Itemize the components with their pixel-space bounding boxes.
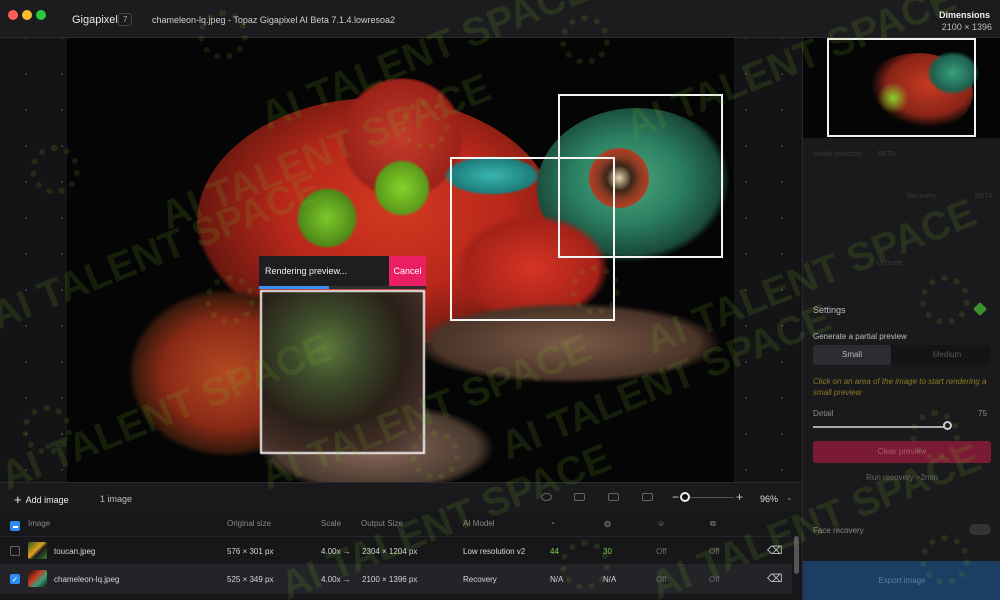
export-image-button[interactable]: Export image	[803, 561, 1000, 600]
settings-panel: Model selection BETA Recovery BETA Upsca…	[802, 38, 1000, 600]
zoom-slider-handle[interactable]	[680, 492, 690, 502]
trash-icon[interactable]: ⌫	[767, 544, 783, 557]
settings-status-icon	[972, 301, 988, 317]
denoise-value: N/A	[550, 575, 564, 584]
table-row[interactable]: toucan.jpeg 576 × 301 px 4.00x → 2304 × …	[0, 536, 792, 564]
cancel-render-button[interactable]: Cancel	[389, 256, 426, 286]
title-bar: Gigapixel 7 chameleon-lq.jpeg - Topaz Gi…	[0, 0, 1000, 38]
recovery-option: Recovery	[907, 193, 937, 200]
split-view-icon[interactable]	[608, 493, 619, 501]
bottom-toolbar: + Add image 1 image − + 96% ⌄	[0, 482, 802, 512]
maximize-window-button[interactable]	[36, 10, 46, 20]
plus-icon: +	[14, 492, 22, 507]
toucan-thumbnail	[28, 542, 47, 559]
preview-size-segmented: Small Medium	[813, 345, 991, 365]
image-table: Image Original size Scale Output Size AI…	[0, 512, 802, 600]
minimize-window-button[interactable]	[22, 10, 32, 20]
detail-value: 75	[978, 409, 987, 418]
sharpen-column-icon: ◍	[604, 519, 611, 528]
scale-value[interactable]: 4.00x →	[321, 575, 351, 584]
navigator-thumbnail[interactable]	[803, 38, 1000, 138]
navigator-viewport-box[interactable]	[827, 38, 976, 137]
original-size: 525 × 349 px	[227, 575, 274, 584]
ghost-button: Upscale	[877, 260, 903, 267]
original-size: 576 × 301 px	[227, 547, 274, 556]
add-image-label: Add image	[25, 495, 69, 505]
detail-slider-handle[interactable]	[942, 421, 952, 430]
table-row[interactable]: ✓ chameleon-lq.jpeg 525 × 349 px 4.00x →…	[0, 564, 792, 594]
face-recovery-toggle[interactable]	[969, 524, 991, 535]
chevron-down-icon[interactable]: ⌄	[786, 493, 793, 502]
render-progress-fill	[259, 286, 330, 289]
chameleon-thumbnail	[28, 570, 47, 587]
preview-size-medium[interactable]: Medium	[903, 345, 991, 365]
denoise-column-icon: ◔	[550, 519, 555, 528]
column-header-scale[interactable]: Scale	[321, 519, 341, 528]
file-name: chameleon-lq.jpeg	[54, 575, 120, 584]
trash-icon[interactable]: ⌫	[767, 572, 783, 585]
zoom-out-button[interactable]: −	[672, 490, 679, 504]
file-name: toucan.jpeg	[54, 547, 96, 556]
close-window-button[interactable]	[8, 10, 18, 20]
app-name: Gigapixel	[72, 14, 118, 26]
rendering-preview-region[interactable]	[260, 290, 425, 454]
recolor-value: Off	[709, 575, 720, 584]
recovery-beta-badge: BETA	[975, 193, 993, 200]
column-header-original-size[interactable]: Original size	[227, 519, 271, 528]
render-progress-bar	[259, 286, 426, 289]
column-header-ai-model[interactable]: AI Model	[463, 519, 495, 528]
eye-icon[interactable]	[541, 493, 552, 501]
zoom-value: 96%	[760, 494, 779, 504]
detail-slider-track[interactable]	[813, 426, 947, 428]
image-canvas[interactable]: Rendering preview... Cancel	[0, 38, 802, 482]
select-all-checkbox[interactable]	[10, 521, 20, 531]
sharpen-value: N/A	[603, 575, 617, 584]
row-checkbox[interactable]	[10, 546, 20, 556]
single-view-icon[interactable]	[574, 493, 585, 501]
run-recovery-button[interactable]: Run recovery ~2min	[813, 468, 991, 488]
recolor-value: Off	[709, 547, 720, 556]
output-size: 2304 × 1204 px	[362, 547, 418, 556]
dimensions-value: 2100 × 1396	[941, 22, 992, 32]
rendering-preview-card: Rendering preview... Cancel	[259, 256, 426, 454]
preview-size-small[interactable]: Small	[813, 345, 891, 365]
face-column-icon: ☺	[657, 519, 666, 528]
preview-region-b[interactable]	[450, 157, 615, 321]
recolor-column-icon: ⧉	[710, 519, 716, 528]
rendering-header: Rendering preview... Cancel	[259, 256, 426, 286]
side-by-side-icon[interactable]	[642, 493, 653, 501]
sharpen-value: 30	[603, 547, 612, 556]
row-checkbox[interactable]: ✓	[10, 574, 20, 584]
zoom-slider-track[interactable]	[684, 497, 734, 498]
face-value: Off	[656, 547, 667, 556]
column-header-output-size[interactable]: Output Size	[361, 519, 403, 528]
window-title: chameleon-lq.jpeg - Topaz Gigapixel AI B…	[152, 15, 395, 25]
zoom-in-button[interactable]: +	[736, 490, 743, 504]
face-value: Off	[656, 575, 667, 584]
ai-model[interactable]: Recovery	[463, 575, 497, 584]
rendering-status: Rendering preview...	[265, 266, 348, 276]
table-scrollbar[interactable]	[794, 536, 799, 574]
detail-label: Detail	[813, 409, 834, 418]
add-image-button[interactable]: + Add image	[14, 491, 69, 507]
ghost-beta: BETA	[878, 151, 896, 158]
denoise-value: 44	[550, 547, 559, 556]
preview-hint: Click on an area of the image to start r…	[813, 377, 987, 397]
output-size: 2100 × 1396 px	[362, 575, 418, 584]
ai-model[interactable]: Low resolution v2	[463, 547, 525, 556]
dimensions-label: Dimensions	[938, 10, 990, 20]
scale-value[interactable]: 4.00x →	[321, 547, 351, 556]
ghost-text: Model selection	[813, 151, 862, 158]
app-count-badge: 7	[118, 13, 133, 26]
face-recovery-label: Face recovery	[813, 526, 864, 535]
settings-title: Settings	[813, 305, 846, 315]
clear-preview-button[interactable]: Clear preview	[813, 441, 991, 463]
column-header-image[interactable]: Image	[28, 519, 50, 528]
partial-preview-label: Generate a partial preview	[813, 332, 907, 341]
image-count: 1 image	[100, 494, 133, 504]
